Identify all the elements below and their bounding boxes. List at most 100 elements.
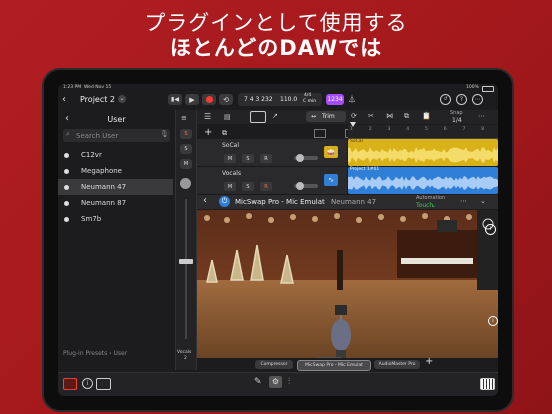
add-plugin-icon[interactable]: + [425,356,433,367]
ruler-tick-label: 7 [462,127,466,132]
paste-icon[interactable]: 📋 [422,112,431,120]
scissors-icon[interactable]: ✂ [368,112,374,120]
count-in-button[interactable]: 1234 [326,94,344,105]
socal-waveform [348,147,498,163]
plugin-slot-audiomaster[interactable]: AudioMaster Pro [374,360,420,369]
mixer-icon[interactable]: ⫶ [288,377,290,387]
play-button[interactable]: ▶ [185,94,199,105]
status-date: Wed Nov 15 [84,85,112,90]
track-record-button[interactable]: R [260,154,272,163]
track-list-icon[interactable] [314,129,326,138]
copy-icon[interactable]: ⧉ [404,112,409,121]
sidebar-item-neumann-87[interactable]: Neumann 87 [58,195,173,211]
track-mute-button[interactable]: M [224,182,236,191]
ruler-tick-label: 3 [387,127,391,132]
project-name[interactable]: Project 2 [80,95,115,104]
track-record-button[interactable]: R [260,182,272,191]
plugin-title: MicSwap Pro - Mic Emulat [235,198,325,206]
search-input[interactable]: Search User [76,132,118,140]
more-options-icon[interactable]: ⋯ [472,94,483,105]
keyboard-icon[interactable] [480,378,495,390]
playhead-icon[interactable] [350,122,356,127]
plugin-slot-compressor[interactable]: Compressor [255,360,293,369]
socal-region-label: SoCal [350,139,363,144]
headline-line2: ほとんどのDAWでは [169,36,383,60]
battery-icon [482,86,494,92]
sidebar-item-c12vr[interactable]: C12vr [58,147,173,163]
pencil-icon[interactable]: ✎ [254,377,262,387]
ipad-frame: 1:23 PM Wed Nov 15 100% ‹ Project 2 ⌄ ▮◀… [42,68,514,412]
pointer-tool-icon[interactable]: ↗ [272,112,278,120]
track-volume-handle[interactable] [296,182,304,190]
window-icon[interactable] [250,111,266,123]
glue-icon[interactable]: ⋈ [386,112,393,120]
microphone-icon[interactable]: 🎙 [160,130,169,138]
lcd-time-signature: 4/4 [304,93,312,98]
lcd-key: C min [303,99,317,104]
status-battery: 100% [466,85,479,90]
track-solo-button[interactable]: S [242,154,254,163]
mute-button[interactable]: M [180,159,192,169]
project-menu-icon[interactable]: ⌄ [118,95,126,103]
history-icon[interactable]: ↺ [440,94,451,105]
cycle-button[interactable]: ⟲ [219,94,233,105]
preset-dot-icon [64,152,69,158]
metronome-icon[interactable]: ⏃ [348,94,356,105]
status-time: 1:23 PM [63,85,82,90]
plugin-power-icon[interactable]: ⏻ [219,196,230,207]
back-chevron-icon[interactable]: ‹ [62,94,66,105]
sidebar-item-neumann-47[interactable]: Neumann 47 [58,179,173,195]
pan-knob[interactable] [180,178,191,189]
plugin-info-icon[interactable]: i [485,224,496,235]
app-screen: 1:23 PM Wed Nov 15 100% ‹ Project 2 ⌄ ▮◀… [58,84,498,396]
help-icon[interactable]: ? [456,94,467,105]
browser-toggle-icon[interactable] [63,378,77,390]
search-icon: ⌕ [66,130,70,138]
preset-dot-icon [64,216,69,222]
list-icon[interactable]: ≡ [181,114,187,122]
audio-waveform-icon: ∿ [324,174,338,186]
volume-fader-handle[interactable] [179,259,193,264]
settings-icon[interactable]: ⚙ [269,376,282,388]
track-mute-button[interactable]: M [224,154,236,163]
automation-mode-chevron-icon[interactable]: ⌄ [431,202,436,209]
plugin-minimize-icon[interactable]: ⌄ [480,197,486,205]
ruler-tick-label: 8 [481,127,485,132]
snap-value[interactable]: 1/4 [452,117,462,124]
channel-strip-number: 2 [184,356,187,361]
lcd-position: 7 4 3 232 [244,96,273,103]
solo-red-button[interactable]: S [180,129,192,139]
ruler-tick-label: 5 [425,127,428,132]
plugin-studio-view [197,210,498,358]
ruler-tick-label: 4 [406,127,410,132]
lcd-tempo: 110.0 [280,96,298,103]
plugin-back-icon[interactable]: ‹ [203,195,207,206]
record-button[interactable] [202,94,216,105]
duplicate-track-icon[interactable]: ⧉ [222,129,227,138]
sidebar-title: User [107,115,126,124]
automation-label: Automation [416,195,446,201]
inspector-toggle-icon[interactable] [96,378,111,390]
sidebar-item-megaphone[interactable]: Megaphone [58,163,173,179]
trim-tool-icon: ↔ [311,113,317,120]
tracks-more-icon[interactable]: ⋯ [478,112,485,120]
track-name: Vocals [222,170,242,177]
plugin-slot-micswap[interactable]: MicSwap Pro - Mic Emulat [297,360,371,371]
add-track-icon[interactable]: + [204,127,212,138]
info-toggle-icon[interactable]: i [82,378,93,389]
ruler-tick-label: 2 [368,127,372,132]
solo-button[interactable]: S [180,144,192,154]
vocal-region-label: Project 1#01 [350,167,380,172]
info-icon[interactable]: i [488,316,498,326]
plugin-preset[interactable]: Neumann 47 [331,198,376,206]
rewind-button[interactable]: ▮◀ [168,94,182,105]
loop-tool-icon[interactable]: ⟳ [351,112,357,120]
sidebar-footer-breadcrumb[interactable]: Plug-in Presets › User [63,350,127,357]
vocal-waveform [348,176,498,190]
sidebar-item-sm7b[interactable]: Sm7b [58,211,173,227]
track-solo-button[interactable]: S [242,182,254,191]
tracks-menu-icon[interactable]: ☰ [204,112,211,121]
grid-view-icon[interactable]: ▤ [224,113,231,121]
track-volume-handle[interactable] [296,154,304,162]
plugin-more-icon[interactable]: ⋯ [460,197,467,205]
